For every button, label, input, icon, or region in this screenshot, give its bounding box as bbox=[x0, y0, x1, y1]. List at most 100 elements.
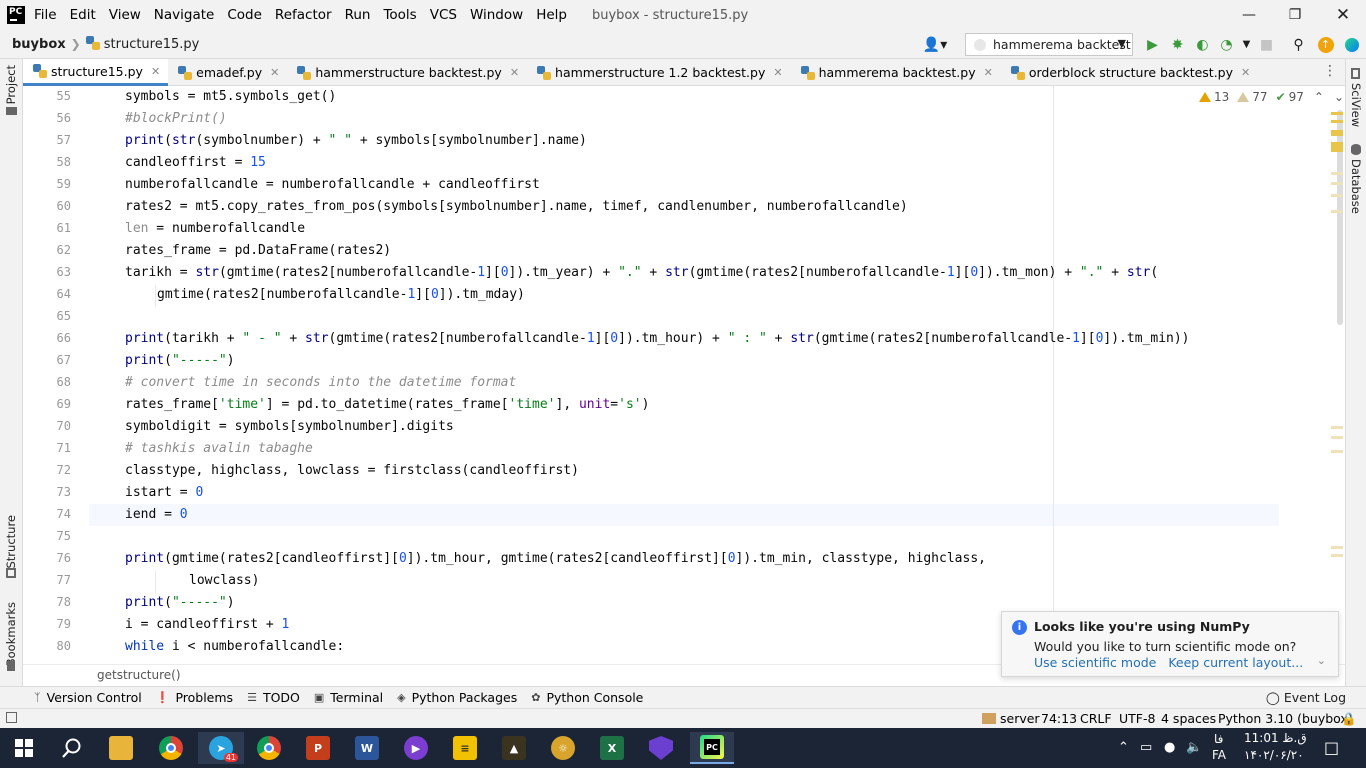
battery-icon[interactable]: ▭ bbox=[1140, 740, 1152, 755]
code-line[interactable]: len = numberofallcandle bbox=[125, 218, 305, 240]
deployment-server[interactable]: server bbox=[1000, 711, 1040, 726]
close-tab-icon[interactable]: ✕ bbox=[270, 66, 279, 79]
wifi-icon[interactable]: ● bbox=[1164, 740, 1175, 755]
file-encoding[interactable]: UTF-8 bbox=[1119, 711, 1155, 726]
updates-icon[interactable]: ↑ bbox=[1317, 36, 1334, 53]
clock-date[interactable]: ۱۴۰۲/۰۶/۲۰ bbox=[1244, 748, 1304, 762]
next-highlight-icon[interactable]: ⌄ bbox=[1334, 90, 1344, 104]
code-line[interactable]: # convert time in seconds into the datet… bbox=[125, 372, 516, 394]
tool-windows-toggle-icon[interactable] bbox=[6, 712, 17, 723]
code-line[interactable]: print("-----") bbox=[125, 592, 235, 614]
code-line[interactable]: #blockPrint() bbox=[125, 108, 227, 130]
close-tab-icon[interactable]: ✕ bbox=[510, 66, 519, 79]
breadcrumb-project[interactable]: buybox bbox=[12, 37, 66, 52]
todo-button[interactable]: ☰ TODO bbox=[247, 690, 300, 705]
python-console-button[interactable]: ✿ Python Console bbox=[531, 690, 643, 705]
menu-file[interactable]: File bbox=[34, 7, 57, 23]
restore-button[interactable]: ❐ bbox=[1272, 0, 1318, 30]
code-line[interactable]: gmtime(rates2[numberofallcandle-1][0]).t… bbox=[157, 284, 525, 306]
show-hidden-icons-icon[interactable]: ⌃ bbox=[1118, 740, 1129, 755]
menu-vcs[interactable]: VCS bbox=[430, 7, 457, 23]
broker-app-taskbar-button[interactable]: ☼ bbox=[543, 732, 583, 764]
database-tool-button[interactable]: Database bbox=[1349, 159, 1363, 214]
minimize-button[interactable]: — bbox=[1226, 0, 1272, 30]
menu-window[interactable]: Window bbox=[470, 7, 523, 23]
problems-button[interactable]: ❗ Problems bbox=[156, 690, 233, 705]
code-line[interactable]: print("-----") bbox=[125, 350, 235, 372]
code-line[interactable]: lowclass) bbox=[189, 570, 259, 592]
media-player-taskbar-button[interactable]: ▶ bbox=[396, 732, 436, 764]
profile-icon[interactable]: ◔ bbox=[1218, 36, 1235, 53]
code-line[interactable]: i = candleoffirst + 1 bbox=[125, 614, 289, 636]
python-interpreter[interactable]: Python 3.10 (buybox) bbox=[1218, 711, 1353, 726]
jetbrains-logo-icon[interactable] bbox=[1343, 36, 1360, 53]
debug-icon[interactable]: ✸ bbox=[1169, 36, 1186, 53]
code-line[interactable]: rates_frame['time'] = pd.to_datetime(rat… bbox=[125, 394, 649, 416]
code-line[interactable]: classtype, highclass, lowclass = firstcl… bbox=[125, 460, 579, 482]
pycharm-taskbar-button[interactable]: PC bbox=[690, 732, 734, 764]
menu-help[interactable]: Help bbox=[536, 7, 567, 23]
code-line[interactable]: iend = 0 bbox=[125, 504, 188, 526]
close-tab-icon[interactable]: ✕ bbox=[984, 66, 993, 79]
code-editor[interactable]: 55 56 57 58 59 60 61 62 63 64 65 66 67 6… bbox=[23, 86, 1345, 660]
tab-orderblock-structure-backtest[interactable]: orderblock structure backtest.py ✕ bbox=[1001, 59, 1258, 86]
excel-taskbar-button[interactable]: X bbox=[592, 732, 632, 764]
user-account-icon[interactable]: 👤▾ bbox=[922, 36, 948, 53]
event-log-button[interactable]: ◯ Event Log bbox=[1266, 690, 1346, 705]
volume-icon[interactable]: 🔈 bbox=[1186, 740, 1202, 755]
close-tab-icon[interactable]: ✕ bbox=[1241, 66, 1250, 79]
code-line[interactable]: rates2 = mt5.copy_rates_from_pos(symbols… bbox=[125, 196, 908, 218]
close-tab-icon[interactable]: ✕ bbox=[773, 66, 782, 79]
vpn-taskbar-button[interactable] bbox=[641, 732, 681, 764]
more-run-options-icon[interactable]: ▼ bbox=[1238, 36, 1255, 53]
code-line[interactable]: print(gmtime(rates2[candleoffirst][0]).t… bbox=[125, 548, 986, 570]
chrome-taskbar-button[interactable] bbox=[151, 732, 191, 764]
menu-refactor[interactable]: Refactor bbox=[275, 7, 332, 23]
tab-hammerema-backtest[interactable]: hammerema backtest.py ✕ bbox=[791, 59, 1001, 86]
run-icon[interactable]: ▶ bbox=[1144, 36, 1161, 53]
trading-app-taskbar-button[interactable]: ▲ bbox=[494, 732, 534, 764]
code-line[interactable]: rates_frame = pd.DataFrame(rates2) bbox=[125, 240, 391, 262]
more-tabs-icon[interactable]: ⋮ bbox=[1323, 63, 1337, 79]
version-control-button[interactable]: ᛉ Version Control bbox=[34, 690, 142, 705]
language-indicator[interactable]: FA bbox=[1212, 748, 1226, 762]
search-icon[interactable]: ⚲ bbox=[1290, 36, 1307, 53]
lock-icon[interactable]: 🔒 bbox=[1341, 711, 1357, 727]
files-taskbar-button[interactable]: ≡ bbox=[445, 732, 485, 764]
bookmarks-tool-button[interactable]: Bookmarks bbox=[4, 602, 18, 666]
code-line[interactable]: istart = 0 bbox=[125, 482, 203, 504]
code-line[interactable]: symbols = mt5.symbols_get() bbox=[125, 86, 336, 108]
tab-emadef[interactable]: emadef.py ✕ bbox=[168, 59, 287, 86]
tab-structure15[interactable]: structure15.py ✕ bbox=[23, 59, 169, 86]
menu-navigate[interactable]: Navigate bbox=[154, 7, 215, 23]
word-taskbar-button[interactable]: W bbox=[347, 732, 387, 764]
notifications-icon[interactable]: □ bbox=[1324, 738, 1339, 757]
caret-position[interactable]: 74:13 bbox=[1041, 711, 1077, 726]
telegram-taskbar-button[interactable]: ➤ 41 bbox=[198, 732, 244, 764]
run-configuration-select[interactable]: hammerema backtest ▼ bbox=[965, 33, 1133, 56]
menu-code[interactable]: Code bbox=[227, 7, 262, 23]
start-button[interactable] bbox=[4, 732, 44, 764]
menu-view[interactable]: View bbox=[109, 7, 141, 23]
expand-chevron-icon[interactable]: ⌄ bbox=[1317, 654, 1326, 667]
code-line[interactable]: # tashkis avalin tabaghe bbox=[125, 438, 313, 460]
search-taskbar-button[interactable] bbox=[52, 732, 92, 764]
close-tab-icon[interactable]: ✕ bbox=[151, 65, 160, 78]
line-separator[interactable]: CRLF bbox=[1080, 711, 1112, 726]
keep-current-layout-link[interactable]: Keep current layout... bbox=[1168, 655, 1303, 670]
powerpoint-taskbar-button[interactable]: P bbox=[298, 732, 338, 764]
language-indicator-top[interactable]: فا bbox=[1214, 732, 1223, 746]
menu-run[interactable]: Run bbox=[345, 7, 371, 23]
sciview-tool-button[interactable]: SciView bbox=[1349, 83, 1363, 127]
tab-hammerstructure-backtest[interactable]: hammerstructure backtest.py ✕ bbox=[287, 59, 527, 86]
code-line[interactable]: numberofallcandle = numberofallcandle + … bbox=[125, 174, 540, 196]
tab-hammerstructure-1-2-backtest[interactable]: hammerstructure 1.2 backtest.py ✕ bbox=[527, 59, 791, 86]
code-area[interactable]: symbols = mt5.symbols_get() #blockPrint()… bbox=[89, 86, 1329, 660]
code-line[interactable]: symboldigit = symbols[symbolnumber].digi… bbox=[125, 416, 454, 438]
coverage-icon[interactable]: ◐ bbox=[1194, 36, 1211, 53]
project-tool-button[interactable]: Project bbox=[4, 65, 18, 104]
menu-tools[interactable]: Tools bbox=[383, 7, 416, 23]
python-packages-button[interactable]: ◈ Python Packages bbox=[397, 690, 517, 705]
code-line[interactable]: print(tarikh + " - " + str(gmtime(rates2… bbox=[125, 328, 1190, 350]
code-line[interactable]: while i < numberofallcandle: bbox=[125, 636, 344, 658]
